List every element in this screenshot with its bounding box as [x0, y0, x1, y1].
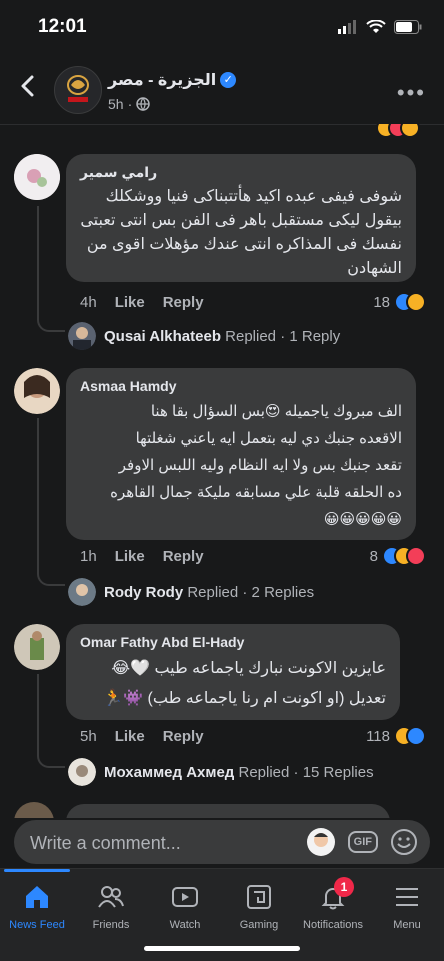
comment-actions: 4h Like Reply	[80, 294, 204, 311]
menu-icon	[396, 888, 418, 906]
gif-icon[interactable]: GIF	[347, 831, 378, 853]
avatar	[68, 758, 96, 786]
reply-button[interactable]: Reply	[163, 728, 204, 745]
globe-icon	[136, 97, 150, 111]
comment-bubble: رامي سمير شوفى فيفى عبده اكيد هأتتبناكى …	[66, 154, 416, 282]
avatar[interactable]	[14, 154, 60, 200]
reply-count: · 2 Replies	[242, 583, 315, 601]
reply-button[interactable]: Reply	[163, 294, 204, 311]
like-button[interactable]: Like	[115, 294, 145, 311]
avatar[interactable]	[14, 624, 60, 670]
post-header: ✓ الجزيرة - مصر 5h · •••	[0, 58, 444, 125]
comment-author[interactable]: Asmaa Hamdy	[80, 378, 402, 394]
like-button[interactable]: Like	[115, 548, 145, 565]
comment-author[interactable]: رامي سمير	[80, 164, 402, 181]
friends-icon	[98, 886, 124, 908]
tab-friends[interactable]: Friends	[74, 869, 148, 939]
comment-bubble: Omar Fathy Abd El-Hady عايزين الاكونت نب…	[66, 624, 400, 720]
comment-text: الف مبروك ياجميله 😍بس السؤال بقا هنا الا…	[110, 403, 402, 528]
comment-text: شوفى فيفى عبده اكيد هأتتبناكى فنيا ووشكل…	[80, 188, 402, 277]
signal-icon	[338, 20, 356, 34]
status-icons	[338, 20, 422, 34]
tab-menu[interactable]: Menu	[370, 869, 444, 939]
comment-time: 1h	[80, 548, 97, 565]
tab-watch[interactable]: Watch	[148, 869, 222, 939]
home-icon	[26, 886, 48, 908]
reaction-count[interactable]: 8	[370, 546, 426, 566]
previous-comment-actions	[0, 124, 444, 138]
replies-link[interactable]: Мохаммед Ахмед Replied · 15 Replies	[68, 758, 374, 786]
comment-actions: 1h Like Reply	[80, 548, 204, 565]
reaction-count[interactable]: 118	[366, 726, 426, 746]
home-indicator	[144, 946, 300, 951]
avatar[interactable]	[14, 368, 60, 414]
status-bar: 12:01	[0, 0, 444, 52]
page-avatar[interactable]	[54, 66, 102, 114]
comment-time: 4h	[80, 294, 97, 311]
tab-notifications[interactable]: 1 Notifications	[296, 869, 370, 939]
avatar-sticker-icon[interactable]	[306, 827, 336, 857]
reactions-icon	[394, 726, 426, 746]
reply-count: · 1 Reply	[280, 327, 341, 345]
reply-author: Мохаммед Ахмед	[104, 763, 235, 781]
tab-news-feed[interactable]: News Feed	[0, 869, 74, 939]
reply-button[interactable]: Reply	[163, 548, 204, 565]
like-button[interactable]: Like	[115, 728, 145, 745]
replies-link[interactable]: Qusai Alkhateeb Replied · 1 Reply	[68, 322, 340, 350]
emoji-icon[interactable]	[390, 828, 418, 856]
reactions-icon	[382, 546, 426, 566]
page-name[interactable]: ✓ الجزيرة - مصر	[108, 70, 237, 90]
avatar	[68, 578, 96, 606]
reactions-icon	[376, 124, 420, 138]
reactions-icon	[394, 292, 426, 312]
battery-icon	[394, 20, 422, 34]
replies-link[interactable]: Rody Rody Replied · 2 Replies	[68, 578, 314, 606]
back-arrow-icon[interactable]	[16, 74, 40, 98]
more-options-icon[interactable]: •••	[397, 80, 426, 106]
al-jazeera-logo-icon	[67, 75, 89, 102]
comment-text: عايزين الاكونت نبارك ياجماعه طيب 🤍😂 تعدي…	[103, 660, 386, 707]
wifi-icon	[366, 20, 386, 33]
comment-actions: 5h Like Reply	[80, 728, 204, 745]
status-time: 12:01	[38, 16, 87, 37]
reply-author: Rody Rody	[104, 583, 184, 601]
post-meta: 5h ·	[108, 96, 150, 112]
reply-count: · 15 Replies	[293, 763, 374, 781]
comment-composer: GIF	[14, 820, 430, 864]
composer-icons: GIF	[306, 827, 418, 857]
notification-badge: 1	[334, 877, 354, 897]
avatar	[68, 322, 96, 350]
tab-gaming[interactable]: Gaming	[222, 869, 296, 939]
reaction-count[interactable]: 18	[373, 292, 426, 312]
comment-bubble: Asmaa Hamdy الف مبروك ياجميله 😍بس السؤال…	[66, 368, 416, 540]
watch-icon	[172, 887, 198, 907]
reply-author: Qusai Alkhateeb	[104, 327, 221, 345]
post-time: 5h	[108, 96, 124, 112]
gaming-icon	[247, 885, 271, 909]
comment-author[interactable]: Omar Fathy Abd El-Hady	[80, 634, 386, 650]
next-comment-partial	[14, 802, 430, 818]
comment-time: 5h	[80, 728, 97, 745]
comment-input[interactable]	[28, 832, 292, 855]
verified-icon: ✓	[220, 72, 237, 88]
